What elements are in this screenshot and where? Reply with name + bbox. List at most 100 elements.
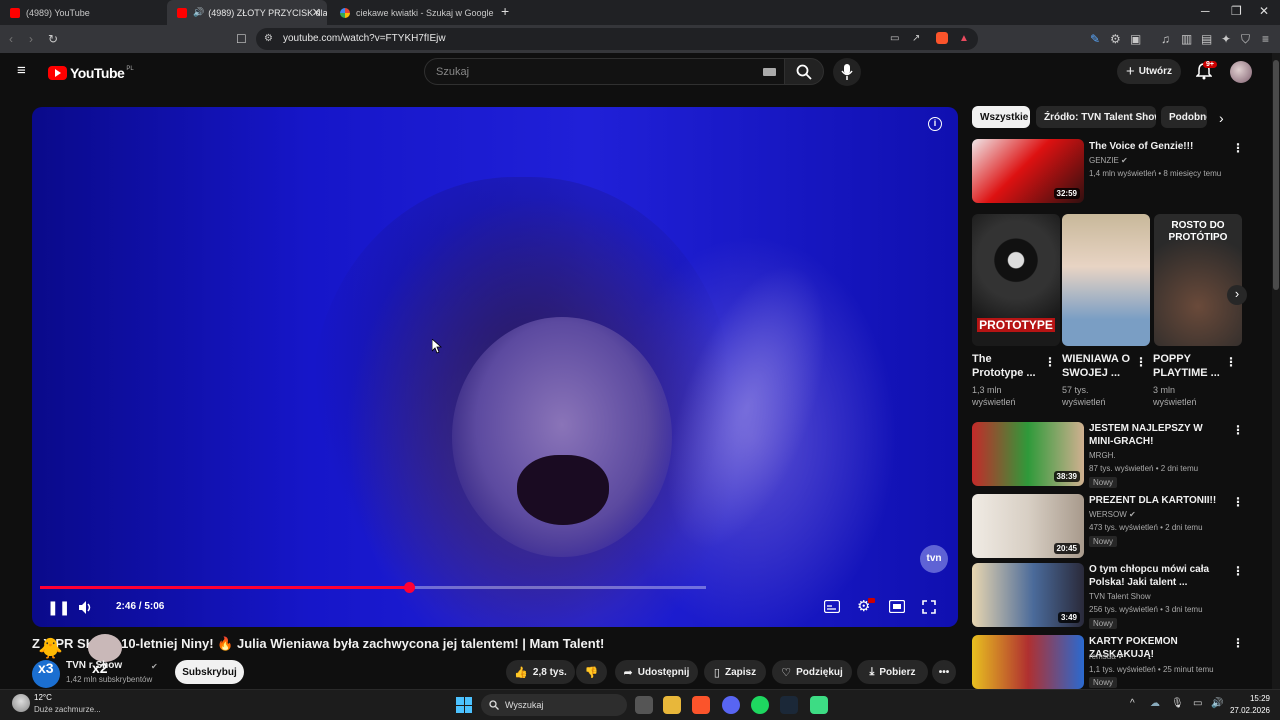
search-input[interactable]: Szukaj xyxy=(424,58,785,85)
fullscreen-icon[interactable] xyxy=(922,600,936,614)
pause-icon[interactable]: ❚❚ xyxy=(47,599,70,616)
mic-tray-icon[interactable]: 🎙 xyxy=(1171,698,1184,709)
video-thumbnail[interactable]: 20:45 xyxy=(972,494,1084,558)
keyboard-icon[interactable] xyxy=(763,68,776,76)
avatar[interactable] xyxy=(1230,61,1252,83)
download-button[interactable]: ⤓ Pobierz xyxy=(857,660,928,684)
like-button[interactable]: 👍 2,8 tys. xyxy=(506,660,575,684)
music-icon[interactable]: ♫ xyxy=(1161,33,1170,45)
info-icon[interactable]: i xyxy=(928,117,942,131)
save-button[interactable]: ▯ Zapisz xyxy=(704,660,766,684)
short-title[interactable]: WIENIAWA O SWOJEJ ... xyxy=(1062,352,1130,380)
page-scrollbar-thumb[interactable] xyxy=(1273,60,1279,290)
more-vertical-icon[interactable]: ⋮ xyxy=(1135,355,1147,369)
url-text[interactable]: youtube.com/watch?v=FTYKH7fIEjw xyxy=(283,33,446,44)
chevron-up-icon[interactable]: ^ xyxy=(1130,698,1135,709)
more-actions-button[interactable]: ••• xyxy=(932,660,956,684)
share-icon[interactable]: ↗ xyxy=(912,33,920,45)
close-tab-icon[interactable]: ✕ xyxy=(312,6,321,19)
speaker-icon[interactable]: 🔊 xyxy=(1211,698,1223,709)
app-icon[interactable] xyxy=(810,696,828,714)
more-vertical-icon[interactable]: ⋮ xyxy=(1225,355,1237,369)
menu-icon[interactable]: ≡ xyxy=(1262,33,1269,45)
subscribe-button[interactable]: Subskrybuj xyxy=(175,660,244,684)
tab-youtube-home[interactable]: (4989) YouTube xyxy=(0,0,166,25)
weather-icon[interactable] xyxy=(12,694,30,712)
close-window-icon[interactable]: ✕ xyxy=(1259,4,1269,18)
more-vertical-icon[interactable]: ⋮ xyxy=(1232,636,1244,650)
cast-icon[interactable]: ▭ xyxy=(890,33,899,45)
more-vertical-icon[interactable]: ⋮ xyxy=(1232,564,1244,578)
notifications-button[interactable]: 9+ xyxy=(1195,61,1217,85)
minimize-icon[interactable]: ─ xyxy=(1201,4,1210,18)
forward-icon[interactable]: › xyxy=(29,33,33,45)
video-thumbnail[interactable]: 38:39 xyxy=(972,422,1084,486)
more-vertical-icon[interactable]: ⋮ xyxy=(1044,355,1056,369)
thanks-button[interactable]: ♡ Podziękuj xyxy=(772,660,852,684)
hamburger-menu-icon[interactable]: ≡ xyxy=(17,63,26,78)
chip-similar[interactable]: Podobne xyxy=(1161,106,1207,128)
voice-search-button[interactable] xyxy=(833,58,861,86)
shorts-next-button[interactable]: › xyxy=(1227,285,1247,305)
video-thumbnail[interactable]: 3:49 xyxy=(972,563,1084,627)
more-vertical-icon[interactable]: ⋮ xyxy=(1232,495,1244,509)
discord-icon[interactable] xyxy=(722,696,740,714)
tab-current-video[interactable]: 🔊 (4989) ZŁOTY PRZYCISK dla 1( ✕ xyxy=(167,0,327,25)
more-vertical-icon[interactable]: ⋮ xyxy=(1232,423,1244,437)
reload-icon[interactable]: ↻ xyxy=(48,33,58,45)
short-title[interactable]: POPPY PLAYTIME ... xyxy=(1153,352,1220,380)
monitor-icon[interactable]: ▭ xyxy=(1193,698,1202,709)
theater-mode-icon[interactable] xyxy=(889,600,905,613)
short-thumbnail[interactable]: PROTOTYPE xyxy=(972,214,1060,346)
weather-desc[interactable]: Duże zachmurze... xyxy=(34,705,101,714)
subtitles-icon[interactable] xyxy=(824,600,840,613)
dislike-button[interactable]: 👎 xyxy=(576,660,607,684)
chevron-right-icon[interactable]: › xyxy=(1219,110,1224,126)
extension-icon[interactable]: ⚙ xyxy=(1110,33,1121,45)
brave-browser-icon[interactable] xyxy=(692,696,710,714)
restore-icon[interactable]: ❐ xyxy=(1231,4,1242,18)
task-view-icon[interactable] xyxy=(635,696,653,714)
chip-from-channel[interactable]: Źródło: TVN Talent Show xyxy=(1036,106,1156,128)
video-thumbnail[interactable] xyxy=(972,635,1084,689)
video-title[interactable]: O tym chłopcu mówi cała Polska! Jaki tal… xyxy=(1089,563,1224,589)
file-explorer-icon[interactable] xyxy=(663,696,681,714)
youtube-logo[interactable]: YouTube PL xyxy=(48,65,134,81)
wallet-icon[interactable]: ▤ xyxy=(1201,33,1212,45)
video-thumbnail[interactable]: 32:59 xyxy=(972,139,1084,203)
video-title[interactable]: JESTEM NAJLEPSZY W MINI-GRACH! xyxy=(1089,422,1224,448)
short-title[interactable]: The Prototype ... xyxy=(972,352,1036,380)
search-button[interactable] xyxy=(784,58,824,85)
leo-ai-icon[interactable]: ✦ xyxy=(1221,33,1231,45)
create-button[interactable]: + Utwórz xyxy=(1117,59,1181,84)
clock-date[interactable]: 27.02.2026 xyxy=(1228,706,1270,715)
chip-all[interactable]: Wszystkie xyxy=(972,106,1030,128)
brave-rewards-icon[interactable]: ▲ xyxy=(959,33,969,45)
brave-shield-icon[interactable] xyxy=(936,32,948,44)
cloud-icon[interactable]: ☁ xyxy=(1150,698,1160,709)
sidebar-icon[interactable]: ▥ xyxy=(1181,33,1192,45)
more-vertical-icon[interactable]: ⋮ xyxy=(1232,141,1244,155)
back-icon[interactable]: ‹ xyxy=(9,33,13,45)
channel-name[interactable]: TVN r Show xyxy=(66,660,122,671)
site-settings-icon[interactable]: ⚙ xyxy=(264,33,273,45)
video-player[interactable]: i tvn ❚❚ 2:46 / 5:06 ⚙ xyxy=(32,107,958,627)
taskbar-search[interactable]: Wyszukaj xyxy=(481,694,627,716)
address-bar[interactable]: ⚙ youtube.com/watch?v=FTYKH7fIEjw ▭ ↗ ▲ xyxy=(256,28,978,50)
new-tab-button[interactable]: + xyxy=(501,3,509,19)
short-thumbnail[interactable] xyxy=(1062,214,1150,346)
translate-extension-icon[interactable]: ✎ xyxy=(1090,33,1100,45)
short-thumbnail[interactable]: ROSTO DO PROTÓTIPO xyxy=(1154,214,1242,346)
progress-scrubber-handle[interactable] xyxy=(404,582,415,593)
clock-time[interactable]: 15:29 xyxy=(1246,694,1270,703)
windows-start-icon[interactable] xyxy=(456,697,472,713)
share-button[interactable]: ➦ Udostępnij xyxy=(615,660,698,684)
bookmark-icon[interactable]: ☐ xyxy=(236,33,247,45)
video-title[interactable]: PREZENT DLA KARTONII!! xyxy=(1089,494,1224,507)
reader-icon[interactable]: ▣ xyxy=(1130,33,1141,45)
vpn-icon[interactable]: ⛉ xyxy=(1241,33,1250,45)
spotify-icon[interactable] xyxy=(751,696,769,714)
video-title[interactable]: The Voice of Genzie!!! xyxy=(1089,140,1224,153)
steam-icon[interactable] xyxy=(780,696,798,714)
volume-icon[interactable] xyxy=(79,601,94,614)
